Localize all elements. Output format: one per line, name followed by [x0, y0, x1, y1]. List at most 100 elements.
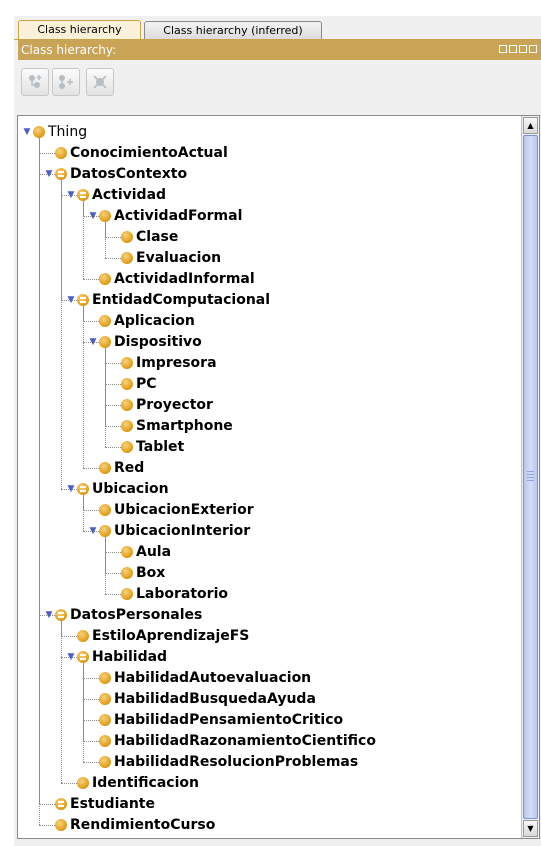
- tab-bar: Class hierarchy Class hierarchy (inferre…: [14, 16, 541, 40]
- tree-node[interactable]: Tablet: [110, 436, 184, 457]
- tree-node-label: Smartphone: [136, 417, 233, 434]
- tree-node[interactable]: HabilidadResolucionProblemas: [88, 751, 358, 772]
- tree-node[interactable]: ActividadInformal: [88, 268, 255, 289]
- tree-node[interactable]: Identificacion: [66, 772, 199, 793]
- tree-node[interactable]: PC: [110, 373, 157, 394]
- tree-node-label: Laboratorio: [136, 585, 228, 602]
- tab-class-hierarchy[interactable]: Class hierarchy: [18, 20, 141, 40]
- tree-node[interactable]: RendimientoCurso: [44, 814, 215, 835]
- class-tree[interactable]: ▼ Thing ConocimientoActual ▼ DatosContexto ▼ A…: [17, 115, 540, 839]
- close-view-icon[interactable]: [529, 45, 537, 53]
- defined-class-icon: [77, 188, 89, 201]
- tree-node-label: HabilidadRazonamientoCientifico: [114, 732, 376, 749]
- tree-node[interactable]: ConocimientoActual: [44, 142, 228, 163]
- expand-toggle-icon[interactable]: ▼: [88, 520, 98, 541]
- expand-toggle-icon[interactable]: ▼: [44, 163, 54, 184]
- class-icon: [121, 230, 133, 243]
- panel-window-controls: [499, 45, 537, 55]
- tree-node[interactable]: Red: [88, 457, 144, 478]
- tree-node-label: PC: [136, 375, 157, 392]
- tree-node[interactable]: ▼ ActividadFormal: [88, 205, 243, 226]
- tree-node[interactable]: ▼ Habilidad: [66, 646, 168, 667]
- tree-node[interactable]: HabilidadAutoevaluacion: [88, 667, 311, 688]
- tree-node[interactable]: ▼ Ubicacion: [66, 478, 169, 499]
- view-options-icon[interactable]: [499, 45, 507, 53]
- tree-node[interactable]: Estudiante: [44, 793, 155, 814]
- expand-toggle-icon[interactable]: ▼: [88, 205, 98, 226]
- add-subclass-button[interactable]: [21, 68, 49, 96]
- tree-node[interactable]: Aula: [110, 541, 171, 562]
- tree-node[interactable]: HabilidadRazonamientoCientifico: [88, 730, 376, 751]
- tab-class-hierarchy-inferred[interactable]: Class hierarchy (inferred): [144, 21, 322, 39]
- arrow-down-icon: ▼: [527, 824, 534, 833]
- scroll-up-button[interactable]: ▲: [523, 117, 538, 134]
- tree-node[interactable]: EstiloAprendizajeFS: [66, 625, 249, 646]
- expand-toggle-icon[interactable]: ▼: [66, 289, 76, 310]
- tree-node[interactable]: Evaluacion: [110, 247, 221, 268]
- tree-node[interactable]: HabilidadPensamientoCritico: [88, 709, 343, 730]
- tree-node[interactable]: Laboratorio: [110, 583, 228, 604]
- tree-node[interactable]: ▼ Dispositivo: [88, 331, 202, 352]
- tree-node-label: Actividad: [92, 186, 167, 203]
- tree-guide-line: [83, 305, 84, 468]
- add-sibling-class-button[interactable]: [52, 68, 80, 96]
- tree-node[interactable]: Proyector: [110, 394, 213, 415]
- tree-node-label: Thing: [48, 123, 88, 140]
- tree-node[interactable]: Box: [110, 562, 165, 583]
- class-icon: [99, 755, 111, 768]
- expand-toggle-icon[interactable]: ▼: [22, 121, 32, 142]
- add-sibling-class-icon: [59, 75, 73, 89]
- tree-node-label: Ubicacion: [92, 480, 169, 497]
- expand-toggle-icon[interactable]: ▼: [66, 646, 76, 667]
- class-icon: [99, 314, 111, 327]
- tree-node-label: Proyector: [136, 396, 213, 413]
- expand-toggle-icon[interactable]: ▼: [44, 604, 54, 625]
- tree-node[interactable]: HabilidadBusquedaAyuda: [88, 688, 316, 709]
- tree-node[interactable]: ▼ DatosPersonales: [44, 604, 203, 625]
- tree-node[interactable]: ▼ EntidadComputacional: [66, 289, 271, 310]
- tree-node[interactable]: Impresora: [110, 352, 217, 373]
- scrollbar-thumb[interactable]: [523, 135, 538, 819]
- class-icon: [99, 272, 111, 285]
- tree-node[interactable]: ▼ Actividad: [66, 184, 167, 205]
- tree-node-label: ActividadFormal: [114, 207, 243, 224]
- class-icon: [99, 671, 111, 684]
- tree-node[interactable]: ▼ DatosContexto: [44, 163, 188, 184]
- tree-node-label: EntidadComputacional: [92, 291, 271, 308]
- class-icon: [121, 356, 133, 369]
- tree-node-label: Red: [114, 459, 145, 476]
- maximize-view-icon[interactable]: [519, 45, 527, 53]
- tree-node[interactable]: ▼ UbicacionInterior: [88, 520, 251, 541]
- delete-class-icon: [93, 75, 107, 89]
- tree-node[interactable]: Aplicacion: [88, 310, 195, 331]
- tree-guide-line: [83, 494, 84, 531]
- tree-node[interactable]: Smartphone: [110, 415, 233, 436]
- vertical-scrollbar[interactable]: ▲ ▼: [521, 116, 539, 838]
- class-icon: [99, 734, 111, 747]
- tree-node[interactable]: UbicacionExterior: [88, 499, 254, 520]
- tree-node-label: Tablet: [136, 438, 185, 455]
- tree-node-label: Aplicacion: [114, 312, 195, 329]
- delete-class-button[interactable]: [86, 68, 114, 96]
- expand-toggle-icon[interactable]: ▼: [88, 331, 98, 352]
- scroll-down-button[interactable]: ▼: [523, 820, 538, 837]
- scroll-grip-icon: [527, 471, 534, 483]
- expand-toggle-icon[interactable]: ▼: [66, 184, 76, 205]
- tree-node[interactable]: Clase: [110, 226, 178, 247]
- tree-node[interactable]: ▼ Thing: [22, 121, 88, 142]
- class-hierarchy-view: Class hierarchy Class hierarchy (inferre…: [14, 16, 541, 846]
- expand-toggle-icon[interactable]: ▼: [66, 478, 76, 499]
- minimize-view-icon[interactable]: [509, 45, 517, 53]
